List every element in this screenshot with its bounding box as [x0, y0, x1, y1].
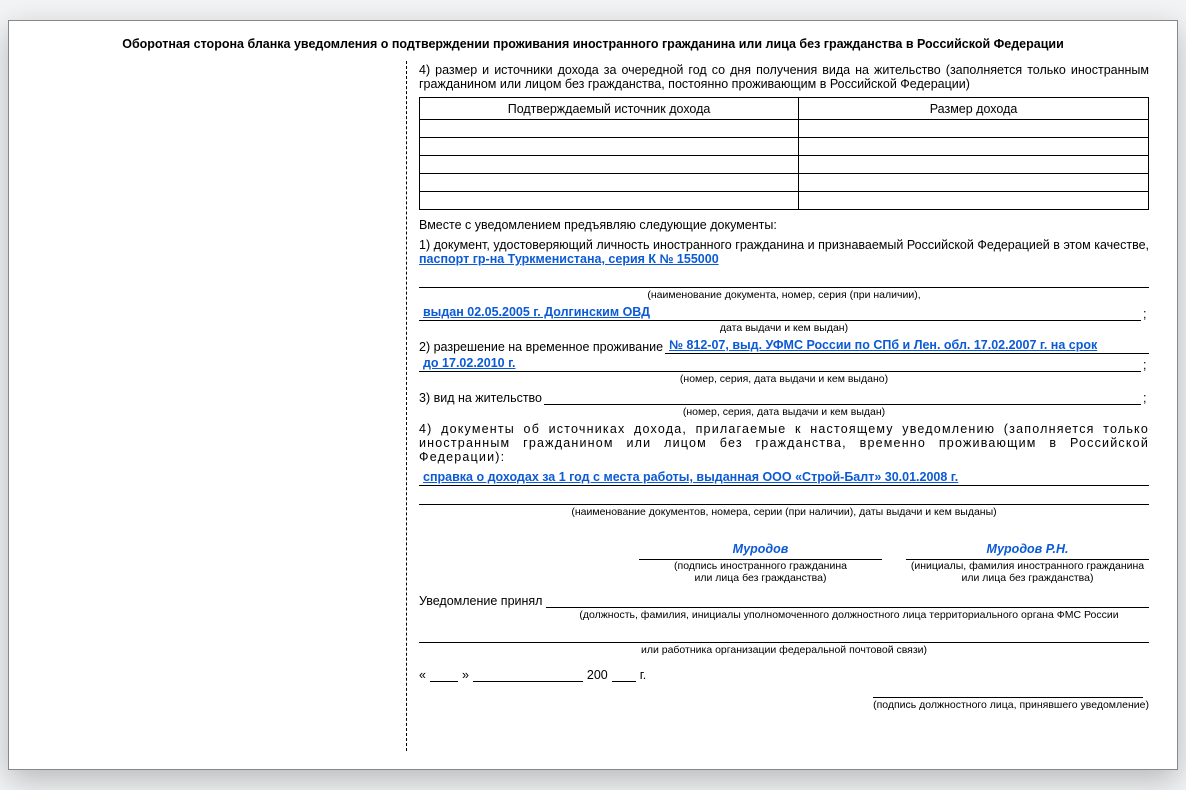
doc2-lead: 2) разрешение на временное проживание: [419, 340, 663, 354]
quote-open: «: [419, 668, 426, 682]
year-prefix: 200: [587, 668, 608, 682]
doc4-paragraph: 4) документы об источниках дохода, прила…: [419, 422, 1149, 464]
doc2-hint: (номер, серия, дата выдачи и кем выдано): [419, 373, 1149, 385]
accept-line: [546, 592, 1149, 608]
doc1-hint: (наименование документа, номер, серия (п…: [419, 289, 1149, 301]
accept-hint-2: или работника организации федеральной по…: [419, 644, 1149, 656]
table-row: [420, 174, 1149, 192]
doc3-value-line: [544, 389, 1141, 405]
official-signature-hint: (подпись должностного лица, принявшего у…: [873, 699, 1149, 711]
doc4-text: 4) документы об источниках дохода, прила…: [419, 422, 1149, 464]
doc3-lead: 3) вид на жительство: [419, 391, 542, 405]
signature-caption-2b: или лица без гражданства): [906, 572, 1149, 584]
doc2-value: № 812-07, выд. УФМС России по СПб и Лен.…: [665, 338, 1149, 354]
year-suffix: г.: [640, 668, 647, 682]
signature-value: Муродов: [639, 542, 882, 560]
col-amount-header: Размер дохода: [799, 98, 1149, 120]
documents-intro: Вместе с уведомлением предъявляю следующ…: [419, 218, 1149, 232]
date-day-field: [430, 681, 458, 682]
table-row: [420, 138, 1149, 156]
semicolon: ;: [1143, 391, 1149, 405]
income-table: Подтверждаемый источник дохода Размер до…: [419, 97, 1149, 210]
doc1-issued-hint: дата выдачи и кем выдан): [419, 322, 1149, 334]
quote-close: »: [462, 668, 469, 682]
doc2-value-line2: до 17.02.2010 г.: [419, 356, 1141, 372]
doc1-lead: 1) документ, удостоверяющий личность ино…: [419, 238, 1149, 252]
accept-hint: (должность, фамилия, инициалы уполномоче…: [419, 609, 1149, 621]
two-column-layout: 4) размер и источники дохода за очередно…: [37, 61, 1149, 751]
date-row: « » 200 г.: [419, 668, 1149, 682]
item-4-paragraph: 4) размер и источники дохода за очередно…: [419, 63, 1149, 91]
semicolon: ;: [1143, 307, 1149, 321]
doc1-paragraph: 1) документ, удостоверяющий личность ино…: [419, 238, 1149, 266]
signature-caption-1b: или лица без гражданства): [639, 572, 882, 584]
fullname-value: Муродов Р.Н.: [906, 542, 1149, 560]
doc1-issued-line: выдан 02.05.2005 г. Долгинским ОВД: [419, 305, 1141, 321]
table-row: [420, 156, 1149, 174]
accept-line-2: [419, 627, 1149, 643]
signature-area: Муродов (подпись иностранного гражданина…: [419, 542, 1149, 584]
semicolon: ;: [1143, 358, 1149, 372]
date-year-field: [612, 681, 636, 682]
table-row: [420, 192, 1149, 210]
date-month-field: [473, 681, 583, 682]
col-source-header: Подтверждаемый источник дохода: [420, 98, 799, 120]
tear-off-stub: [37, 61, 407, 751]
accept-label: Уведомление принял: [419, 594, 542, 608]
table-row: [420, 120, 1149, 138]
signature-caption-1a: (подпись иностранного гражданина: [639, 560, 882, 572]
blank-line: [419, 272, 1149, 288]
signature-caption-2a: (инициалы, фамилия иностранного граждани…: [906, 560, 1149, 572]
doc1-value: паспорт гр-на Туркменистана, серия К № 1…: [419, 252, 719, 266]
doc3-hint: (номер, серия, дата выдачи и кем выдан): [419, 406, 1149, 418]
page-title: Оборотная сторона бланка уведомления о п…: [37, 35, 1149, 61]
document-page: Оборотная сторона бланка уведомления о п…: [8, 20, 1178, 770]
doc4-value: справка о доходах за 1 год с места работ…: [419, 470, 1149, 486]
form-content: 4) размер и источники дохода за очередно…: [407, 61, 1149, 751]
official-signature-line: [873, 684, 1143, 698]
blank-line: [419, 489, 1149, 505]
doc4-hint: (наименование документов, номера, серии …: [419, 506, 1149, 518]
